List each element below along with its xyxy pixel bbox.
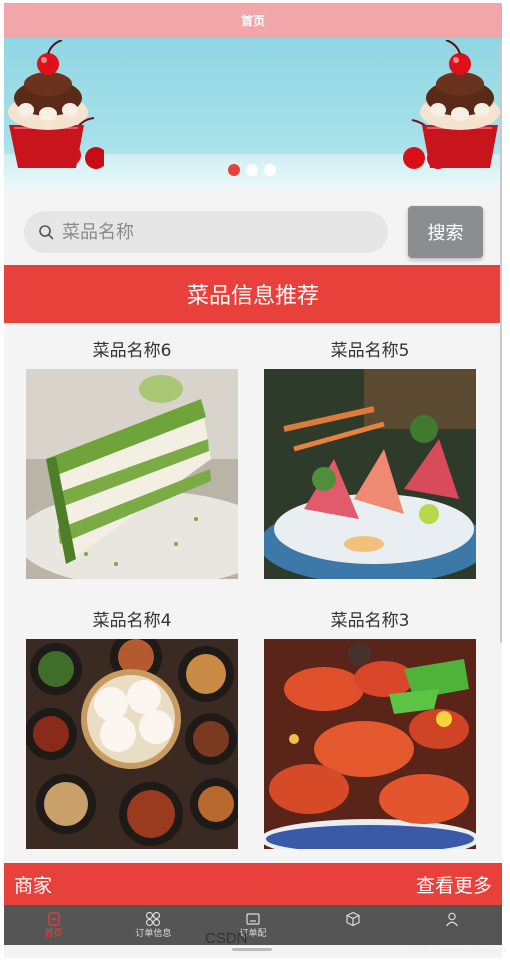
watermark-right: CSDN @qinshengbiyashan (408, 945, 506, 954)
home-icon (48, 911, 60, 926)
search-button[interactable]: 搜索 (408, 206, 483, 258)
dish-card[interactable]: 菜品名称6 (26, 333, 238, 579)
search-row: 搜索 (4, 203, 502, 263)
carousel-dot-2[interactable] (246, 164, 258, 176)
cube-icon (345, 911, 360, 926)
dish-name: 菜品名称4 (92, 611, 172, 631)
dish-image-matcha-cake[interactable] (26, 369, 238, 579)
user-icon (446, 912, 459, 926)
matcha-cake-image (26, 369, 238, 579)
home-indicator (232, 948, 272, 951)
dish-name: 菜品名称5 (330, 341, 410, 361)
search-box[interactable] (24, 211, 388, 253)
search-icon (39, 225, 54, 240)
tab-cube[interactable] (303, 905, 403, 945)
merchant-section-header: 商家 查看更多 (4, 863, 502, 905)
carousel-dot-3[interactable] (264, 164, 276, 176)
view-more-link[interactable]: 查看更多 (416, 871, 492, 898)
dish-name: 菜品名称3 (330, 611, 410, 631)
dish-card[interactable]: 菜品名称4 (26, 603, 238, 849)
dish-image-dim-sum[interactable] (26, 639, 238, 849)
dim-sum-image (26, 639, 238, 849)
tab-home[interactable]: 首页 (4, 905, 104, 945)
crayfish-image (264, 639, 476, 849)
bottom-tab-bar: 首页 订单信息 订单配 (4, 905, 502, 945)
banner-carousel[interactable] (4, 38, 502, 188)
app-screen: 首页 菜品名称 搜索 菜品信息推荐 菜品名称6 菜品名称5 菜品名称4 菜品名称… (4, 3, 502, 958)
dish-image-crayfish[interactable] (264, 639, 476, 849)
watermark-center: CSDN (205, 930, 248, 947)
search-input[interactable] (62, 221, 362, 243)
dish-card[interactable]: 菜品名称3 (264, 603, 476, 849)
tab-order-info[interactable]: 订单信息 (104, 905, 204, 945)
carousel-dot-1[interactable] (228, 164, 240, 176)
carousel-indicator (228, 164, 276, 176)
dish-card[interactable]: 菜品名称5 (264, 333, 476, 579)
cupcake-image-right (403, 40, 500, 169)
tab-label: 首页 (44, 928, 63, 939)
sashimi-image (264, 369, 476, 579)
merchant-title: 商家 (14, 874, 53, 897)
cupcake-image-left (8, 40, 104, 169)
order-icon (246, 912, 260, 925)
recommend-section-header: 菜品信息推荐 (4, 265, 502, 323)
title-bar: 首页 (4, 3, 502, 38)
dish-image-sashimi[interactable] (264, 369, 476, 579)
tab-label: 订单信息 (135, 928, 172, 939)
dish-name: 菜品名称6 (92, 341, 172, 361)
section-title: 菜品信息推荐 (186, 284, 319, 309)
grid-icon (146, 911, 161, 926)
page-title: 首页 (240, 14, 265, 28)
tab-profile[interactable] (402, 905, 502, 945)
scrollbar[interactable] (500, 43, 502, 643)
